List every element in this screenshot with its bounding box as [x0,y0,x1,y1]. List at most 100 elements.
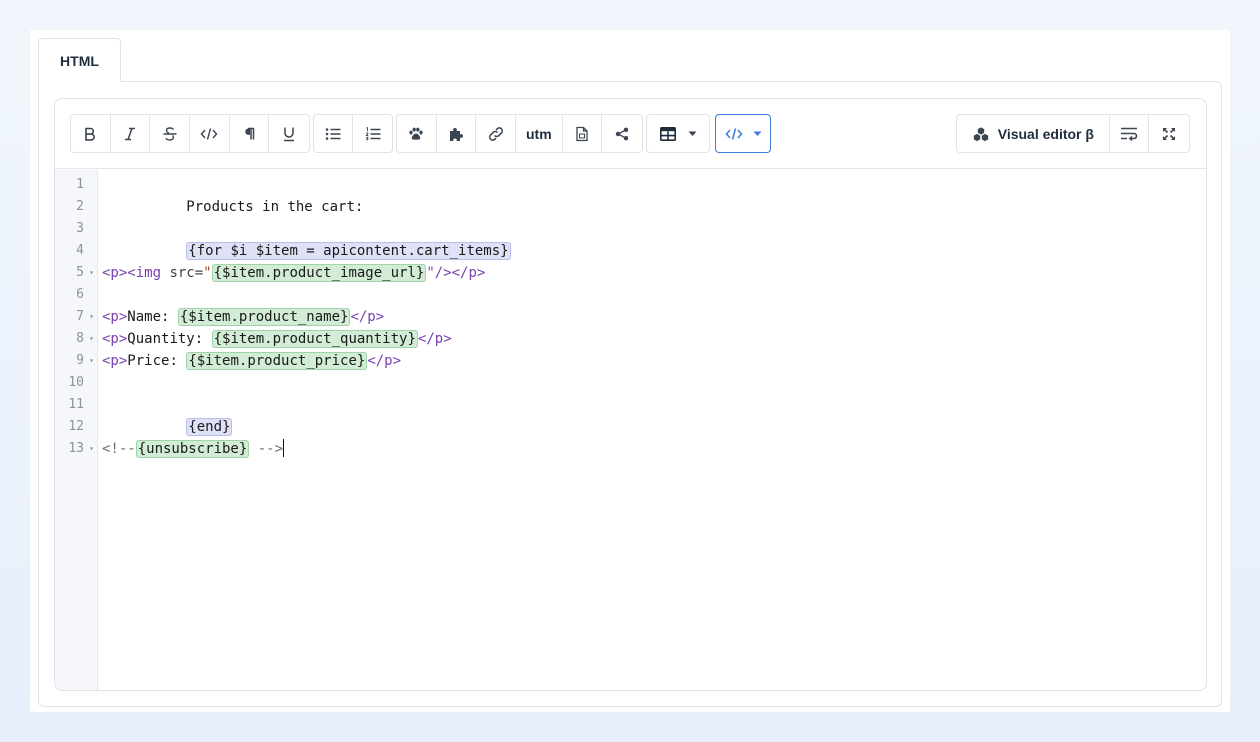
fold-arrow-icon[interactable]: ▾ [89,328,94,350]
line-number-label: 3 [76,221,84,236]
paw-icon [409,127,423,140]
code-area[interactable]: 1 2 3 4 5 ▾ 6 7 ▾ 8 ▾ 9 ▾ 10 11 12 13 ▾ Products in the c… [55,170,1206,690]
paw-button[interactable] [397,115,437,152]
line-number-label: 2 [76,199,84,214]
template-variable: {$item.product_quantity} [211,330,418,348]
text-cursor [283,439,285,457]
html-editor: utm Visual editor β 1 2 3 4 5 ▾ 6 7 ▾ 8 … [54,98,1207,691]
fold-arrow-icon[interactable]: ▾ [89,262,94,284]
format-group [70,114,310,153]
line-number-label: 12 [68,419,84,434]
visual-editor-label: Visual editor β [997,125,1094,142]
visual-editor-icon [972,126,989,142]
fullscreen-button[interactable] [1149,115,1189,152]
line-number-label: 6 [76,287,84,302]
table-group [646,114,710,153]
code-line-5[interactable]: <p><img src=" {$item.product_image_url} "/… [102,262,485,284]
link-icon [488,126,503,141]
code-line-7[interactable]: <p>Name: {$item.product_name} </p> [102,306,384,328]
visual-editor-button[interactable]: Visual editor β [957,115,1110,152]
bold-icon [85,127,96,141]
template-variable: {$item.product_name} [177,308,351,326]
line-number: 10 [55,372,98,394]
line-number: 7 ▾ [55,306,98,328]
code-text: Name: [127,309,178,325]
html-string: " [203,265,212,281]
code-view-group [715,114,771,153]
wrap-lines-button[interactable] [1110,115,1150,152]
line-number-label: 7 [76,309,84,324]
html-comment: <!-- [102,441,136,457]
template-token: {end} [186,418,233,436]
underline-button[interactable] [269,115,309,152]
puzzle-button[interactable] [437,115,477,152]
bulleted-list-button[interactable] [314,115,354,152]
fold-arrow-icon[interactable]: ▾ [89,306,94,328]
code-view-button[interactable] [716,115,770,152]
code-line-13[interactable]: <!-- {unsubscribe} --> [102,438,285,460]
paragraph-icon [245,127,255,139]
line-number: 13 ▾ [55,438,98,460]
line-number: 2 [55,196,98,218]
table-button[interactable] [647,115,709,152]
fullscreen-icon [1163,127,1176,140]
utm-button[interactable]: utm [516,115,563,152]
line-number-label: 9 [76,353,84,368]
insert-group: utm [396,114,643,153]
italic-icon [125,127,135,140]
bold-button[interactable] [71,115,111,152]
line-number: 4 [55,240,98,262]
code-line-9[interactable]: <p>Price: {$item.product_price} </p> [102,350,401,372]
html-tag: "/></p> [426,265,486,281]
code-text: Quantity: [127,331,212,347]
file-button[interactable] [563,115,603,152]
numbered-list-icon [365,126,380,140]
share-icon [615,127,629,140]
line-number: 12 [55,416,98,438]
inline-code-button[interactable] [190,115,230,152]
code-line-11[interactable]: {end} [102,394,233,436]
fold-arrow-icon[interactable]: ▾ [89,438,94,460]
line-number-label: 4 [76,243,84,258]
line-number: 9 ▾ [55,350,98,372]
line-number: 5 ▾ [55,262,98,284]
template-variable: {$item.product_price} [186,352,368,370]
numbered-list-button[interactable] [353,115,392,152]
line-number-label: 1 [76,177,84,192]
strikethrough-button[interactable] [150,115,191,152]
line-number: 6 [55,284,98,306]
line-gutter: 1 2 3 4 5 ▾ 6 7 ▾ 8 ▾ 9 ▾ 10 11 12 13 ▾ [55,170,98,690]
line-number-label: 8 [76,331,84,346]
template-variable: {$item.product_image_url} [211,264,427,282]
bulleted-list-icon [325,127,341,140]
line-number: 3 [55,218,98,240]
html-attr: src= [169,265,204,281]
line-number-label: 13 [68,441,84,456]
strikethrough-icon [163,126,177,141]
paragraph-button[interactable] [230,115,270,152]
code-line-1[interactable]: Products in the cart: [102,174,363,215]
fold-arrow-icon[interactable]: ▾ [89,350,94,372]
html-comment: --> [249,441,284,457]
line-number: 1 [55,174,98,196]
code-icon [725,127,742,140]
editor-toolbar: utm Visual editor β [55,99,1206,169]
code-line-3[interactable]: {for $i $item = apicontent.cart_items} [102,218,511,260]
link-button[interactable] [476,115,517,152]
puzzle-icon [450,127,463,141]
line-number: 11 [55,394,98,416]
italic-button[interactable] [111,115,151,152]
html-tag: <p> [102,309,128,325]
html-tag: </p> [417,331,452,347]
wrap-lines-icon [1121,127,1138,141]
tab-html-label: HTML [60,52,99,69]
share-button[interactable] [602,115,642,152]
html-tag: <p> [102,353,128,369]
line-number: 8 ▾ [55,328,98,350]
code-text: Price: [127,353,187,369]
code-text: Products in the cart: [186,199,364,215]
underline-icon [284,127,295,141]
code-line-8[interactable]: <p>Quantity: {$item.product_quantity} </p… [102,328,452,350]
editor-card: HTML utm Visual editor β 1 2 3 4 5 ▾ 6 7… [30,30,1230,712]
tab-html[interactable]: HTML [38,38,121,82]
